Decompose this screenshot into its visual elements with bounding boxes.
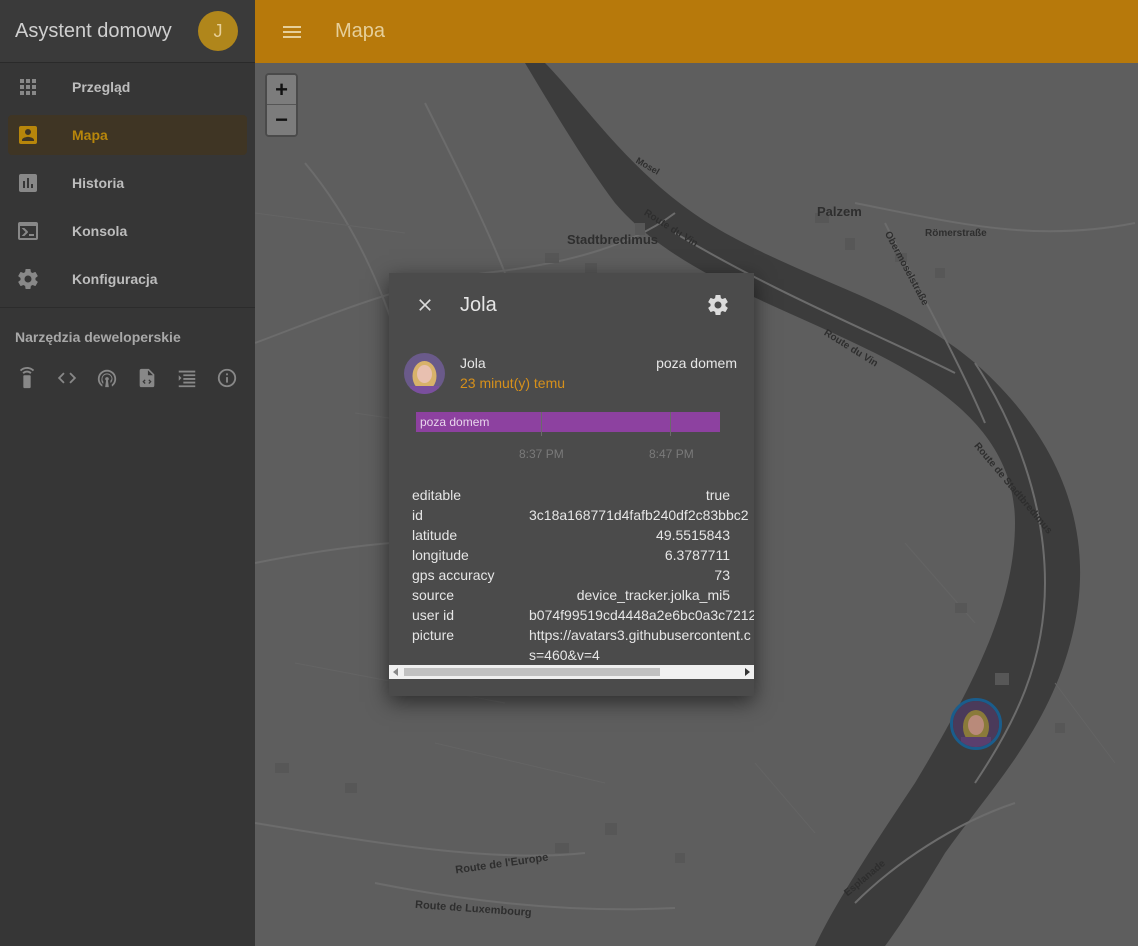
attribute-key: editable	[412, 487, 462, 503]
person-marker-avatar[interactable]	[950, 698, 1002, 750]
scroll-right-arrow-icon[interactable]	[745, 668, 750, 676]
attribute-key: user id	[412, 607, 455, 623]
apps-grid-icon	[8, 75, 48, 99]
dialog-title: Jola	[460, 293, 497, 316]
timeline-tick: 8:37 PM	[519, 447, 564, 461]
attribute-value: 3c18a168771d4fafb240df2c83bbc2	[529, 507, 749, 523]
sidebar-item-label: Konfiguracja	[72, 271, 158, 287]
timeline-tick: 8:47 PM	[649, 447, 694, 461]
history-timeline: poza domem 8:37 PM 8:47 PM	[389, 337, 754, 467]
timeline-bar-label: poza domem	[420, 415, 490, 429]
top-app-bar: Mapa	[255, 0, 1138, 63]
map-label-palzem: Palzem	[817, 204, 862, 219]
attribute-row: latitude 49.5515843	[389, 525, 754, 545]
scrollbar-thumb[interactable]	[404, 668, 660, 676]
user-avatar[interactable]: J	[198, 11, 238, 51]
scroll-left-arrow-icon[interactable]	[393, 668, 398, 676]
sidebar-item-history[interactable]: Historia	[8, 163, 247, 203]
attribute-value: s=460&v=4	[529, 647, 600, 663]
sidebar-item-map[interactable]: Mapa	[8, 115, 247, 155]
attribute-key: gps accuracy	[412, 567, 495, 583]
gear-icon	[8, 267, 48, 291]
attribute-key: latitude	[412, 527, 458, 543]
console-icon	[8, 219, 48, 243]
attribute-value: true	[705, 487, 730, 503]
attribute-row: source device_tracker.jolka_mi5	[389, 585, 754, 605]
attribute-row: id 3c18a168771d4fafb240df2c83bbc2	[389, 505, 754, 525]
broadcast-icon[interactable]	[96, 367, 118, 389]
account-box-icon	[8, 123, 48, 147]
timeline-gridline	[541, 412, 542, 436]
attribute-row: gps accuracy 73	[389, 565, 754, 585]
page-title: Mapa	[335, 20, 386, 42]
settings-gear-icon[interactable]	[706, 293, 730, 317]
sidebar-item-label: Mapa	[72, 127, 108, 143]
zoom-control: + −	[265, 73, 298, 137]
map-label-romerstrasse: Römerstraße	[925, 228, 987, 239]
attribute-row: s=460&v=4	[389, 645, 754, 665]
sidebar-item-configuration[interactable]: Konfiguracja	[8, 259, 247, 299]
sidebar-item-label: Przegląd	[72, 79, 131, 95]
attribute-key: source	[412, 587, 455, 603]
attributes-table: editable true id 3c18a168771d4fafb240df2c8…	[389, 485, 754, 665]
attribute-value[interactable]: https://avatars3.githubusercontent.c	[529, 627, 751, 643]
horizontal-scrollbar[interactable]	[389, 665, 754, 679]
sidebar-item-console[interactable]: Konsola	[8, 211, 247, 251]
sidebar-header: Asystent domowy J	[0, 0, 255, 63]
chart-box-icon	[8, 171, 48, 195]
attribute-value: device_tracker.jolka_mi5	[576, 587, 730, 603]
attribute-value: 6.3787711	[664, 547, 730, 563]
remote-icon[interactable]	[16, 367, 38, 389]
attribute-row: picture https://avatars3.githubuserconten…	[389, 625, 754, 645]
attribute-value: 49.5515843	[656, 527, 730, 543]
attribute-key: picture	[412, 627, 455, 643]
app-title: Asystent domowy	[15, 19, 172, 42]
zoom-out-button[interactable]: −	[267, 105, 296, 135]
attribute-row: user id b074f99519cd4448a2e6bc0a3c7212	[389, 605, 754, 625]
attribute-value: 73	[714, 567, 730, 583]
more-info-dialog: Jola Jola 23 minut(y) temu poza domem po…	[389, 273, 754, 696]
attribute-row: editable true	[389, 485, 754, 505]
dev-tools-title: Narzędzia deweloperskie	[15, 329, 181, 345]
sidebar-nav: Przegląd Mapa Historia Konsola Konfigura…	[0, 63, 255, 299]
menu-icon[interactable]	[280, 20, 304, 44]
attribute-value: b074f99519cd4448a2e6bc0a3c7212	[529, 607, 754, 623]
close-icon[interactable]	[413, 293, 437, 317]
dev-tools-bar	[0, 358, 255, 398]
code-icon[interactable]	[56, 367, 78, 389]
zoom-in-button[interactable]: +	[267, 75, 296, 105]
sidebar: Asystent domowy J Przegląd Mapa Historia	[0, 0, 255, 946]
attribute-key: longitude	[412, 547, 469, 563]
sidebar-item-overview[interactable]: Przegląd	[8, 67, 247, 107]
template-icon[interactable]	[176, 367, 198, 389]
sidebar-item-label: Historia	[72, 175, 125, 191]
attribute-row: longitude 6.3787711	[389, 545, 754, 565]
info-icon[interactable]	[216, 367, 238, 389]
file-code-icon[interactable]	[136, 367, 158, 389]
map-label-stadtbredimus: Stadtbredimus	[567, 232, 659, 247]
attribute-key: id	[412, 507, 423, 523]
sidebar-item-label: Konsola	[72, 223, 128, 239]
timeline-gridline	[670, 412, 671, 436]
dialog-header: Jola	[389, 273, 754, 337]
